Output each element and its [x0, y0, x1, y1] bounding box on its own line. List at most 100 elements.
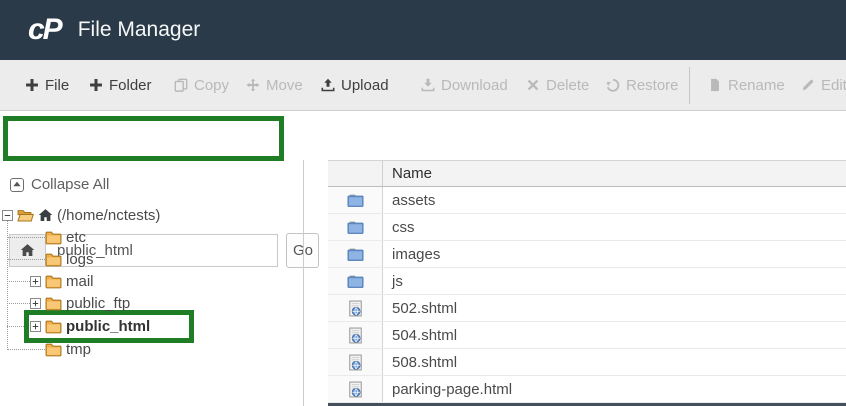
copy-button: Copy: [174, 60, 229, 110]
file-type-cell: [328, 322, 383, 348]
table-row-js[interactable]: js: [328, 268, 846, 295]
upload-button-label: Upload: [341, 77, 389, 94]
file-type-cell: [328, 376, 383, 402]
tree-item-public-html[interactable]: public_html: [30, 315, 150, 337]
folder-icon: [45, 295, 62, 312]
download-button: Download: [421, 60, 508, 110]
tree-root-home[interactable]: (/home/nctests): [2, 204, 160, 226]
tree-item-label: logs: [66, 251, 94, 268]
file-button-label: File: [45, 77, 69, 94]
tree-item-mail[interactable]: mail: [30, 270, 94, 292]
blue-folder-icon: [347, 246, 364, 263]
page-title: File Manager: [78, 18, 201, 42]
file-name: 508.shtml: [392, 349, 457, 375]
file-type-cell: [328, 241, 383, 267]
table-row-504[interactable]: 504.shtml: [328, 322, 846, 349]
file-list: Name assets css images js 502.shtml 504.…: [328, 160, 846, 406]
pencil-icon: [801, 78, 815, 92]
file-type-cell: [328, 295, 383, 321]
tree-item-public-ftp[interactable]: public_ftp: [30, 292, 130, 314]
upload-button[interactable]: Upload: [321, 60, 389, 110]
plus-icon: [25, 78, 39, 92]
html-file-icon: [347, 381, 364, 398]
table-row-502[interactable]: 502.shtml: [328, 295, 846, 322]
table-row-508[interactable]: 508.shtml: [328, 349, 846, 376]
html-file-icon: [347, 327, 364, 344]
path-home-addon: [9, 234, 46, 267]
name-column-header[interactable]: Name: [392, 161, 432, 186]
tree-item-label: public_ftp: [66, 295, 130, 312]
collapse-all-button[interactable]: Collapse All: [10, 176, 109, 193]
folder-icon: [45, 318, 62, 335]
tree-connector: [7, 237, 45, 238]
plus-icon: [89, 78, 103, 92]
expand-plus-icon[interactable]: [30, 321, 41, 332]
x-icon: [526, 78, 540, 92]
toolbar: File Folder Copy Move Upload Download De…: [0, 60, 846, 111]
collapse-all-icon: [10, 178, 24, 192]
edit-button: Edit: [801, 60, 846, 110]
rename-button: Rename: [708, 60, 785, 110]
copy-button-label: Copy: [194, 77, 229, 94]
delete-button: Delete: [526, 60, 589, 110]
move-button-label: Move: [266, 77, 303, 94]
table-row-assets[interactable]: assets: [328, 187, 846, 214]
sidebar-divider: [303, 160, 304, 406]
rename-button-label: Rename: [728, 77, 785, 94]
file-name: js: [392, 268, 403, 294]
download-icon: [421, 78, 435, 92]
collapse-all-label: Collapse All: [31, 176, 109, 193]
folder-button-label: Folder: [109, 77, 152, 94]
page-icon: [708, 78, 722, 92]
tree-item-logs[interactable]: logs: [45, 248, 94, 270]
file-name: css: [392, 214, 415, 240]
toolbar-divider: [689, 67, 690, 104]
folder-icon: [45, 251, 62, 268]
tree-connector: [7, 281, 30, 282]
copy-icon: [174, 78, 188, 92]
tree-item-tmp[interactable]: tmp: [45, 338, 91, 360]
file-name: parking-page.html: [392, 376, 512, 402]
file-button[interactable]: File: [25, 60, 69, 110]
tree-item-label: tmp: [66, 341, 91, 358]
app-header: cP File Manager: [0, 0, 846, 60]
home-icon: [38, 208, 53, 223]
download-button-label: Download: [441, 77, 508, 94]
blue-folder-icon: [347, 192, 364, 209]
tree-item-label: mail: [66, 273, 94, 290]
tree-root-label: (/home/nctests): [57, 207, 160, 224]
table-row-images[interactable]: images: [328, 241, 846, 268]
folder-icon: [45, 229, 62, 246]
html-file-icon: [347, 354, 364, 371]
tree-connector: [7, 326, 24, 327]
path-navigation-bar: Go Home Up One Level Back Forward Reload…: [0, 111, 846, 160]
icon-column-header: [328, 161, 383, 186]
tree-connector: [7, 349, 45, 350]
table-row-parking-page[interactable]: parking-page.html: [328, 376, 846, 403]
move-icon: [246, 78, 260, 92]
collapse-minus-icon[interactable]: [2, 210, 13, 221]
file-type-cell: [328, 214, 383, 240]
tree-item-etc[interactable]: etc: [45, 226, 86, 248]
file-name: images: [392, 241, 440, 267]
file-list-header: Name: [328, 160, 846, 187]
restore-button: Restore: [606, 60, 679, 110]
delete-button-label: Delete: [546, 77, 589, 94]
table-row-css[interactable]: css: [328, 214, 846, 241]
expand-plus-icon[interactable]: [30, 298, 41, 309]
tree-connector: [7, 221, 8, 348]
upload-icon: [321, 78, 335, 92]
folder-button[interactable]: Folder: [89, 60, 152, 110]
expand-plus-icon[interactable]: [30, 276, 41, 287]
edit-button-label: Edit: [821, 77, 846, 94]
tree-item-label: etc: [66, 229, 86, 246]
restore-button-label: Restore: [626, 77, 679, 94]
blue-folder-icon: [347, 273, 364, 290]
open-folder-icon: [17, 207, 34, 224]
home-icon: [20, 243, 35, 258]
file-name: assets: [392, 187, 435, 213]
move-button: Move: [246, 60, 303, 110]
file-name: 504.shtml: [392, 322, 457, 348]
restore-icon: [606, 78, 620, 92]
tree-connector: [7, 303, 30, 304]
